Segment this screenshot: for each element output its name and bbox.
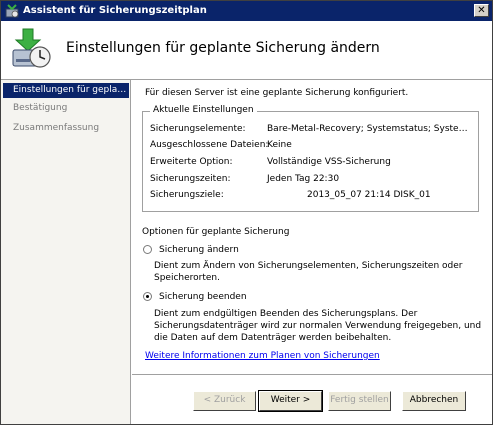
stop-backup-radio[interactable] [143,292,152,301]
step-summary: Zusammenfassung [13,123,100,133]
setting-value: 2013_05_07 21:14 DISK_01 [307,190,431,200]
change-backup-radio[interactable] [143,245,152,254]
window-title: Assistent für Sicherungszeitplan [23,5,207,16]
finish-button[interactable]: Fertig stellen [328,391,391,411]
step-confirmation: Bestätigung [13,103,68,113]
current-settings-group: Aktuelle Einstellungen Sicherungselement… [142,105,479,212]
wizard-steps: Einstellungen für gepla… Bestätigung Zus… [1,80,131,424]
setting-label: Ausgeschlossene Dateien: [150,140,269,150]
setting-label: Sicherungsziele: [150,190,224,200]
wizard-window: Assistent für Sicherungszeitplan ✕ Einst… [0,0,493,425]
setting-value: Bare-Metal-Recovery; Systemstatus; Syste… [267,124,468,134]
current-settings-legend: Aktuelle Einstellungen [150,105,257,115]
more-info-link[interactable]: Weitere Informationen zum Planen von Sic… [145,351,380,361]
close-button[interactable]: ✕ [474,4,489,17]
wizard-content: Für diesen Server ist eine geplante Sich… [132,80,492,424]
options-heading: Optionen für geplante Sicherung [142,227,290,237]
back-button[interactable]: < Zurück [193,391,256,411]
backup-schedule-icon [12,28,51,68]
backup-app-icon [5,4,19,18]
setting-label: Erweiterte Option: [150,157,233,167]
step-settings[interactable]: Einstellungen für gepla… [3,83,129,98]
setting-value: Keine [267,140,292,150]
setting-value: Jeden Tag 22:30 [267,174,340,184]
change-backup-description: Dient zum Ändern von Sicherungselementen… [154,261,463,283]
wizard-header: Einstellungen für geplante Sicherung änd… [1,21,492,80]
stop-backup-label[interactable]: Sicherung beenden [159,292,247,302]
change-backup-label[interactable]: Sicherung ändern [159,245,239,255]
title-bar[interactable]: Assistent für Sicherungszeitplan ✕ [1,1,492,21]
cancel-button[interactable]: Abbrechen [402,391,466,411]
footer-divider [132,374,492,375]
next-button[interactable]: Weiter > [258,390,323,412]
setting-label: Sicherungszeiten: [150,174,231,184]
page-title: Einstellungen für geplante Sicherung änd… [66,40,380,56]
setting-label: Sicherungselemente: [150,124,246,134]
intro-text: Für diesen Server ist eine geplante Sich… [145,88,409,98]
stop-backup-description: Dient zum endgültigen Beenden des Sicher… [154,309,482,343]
setting-value: Vollständige VSS-Sicherung [267,157,391,167]
